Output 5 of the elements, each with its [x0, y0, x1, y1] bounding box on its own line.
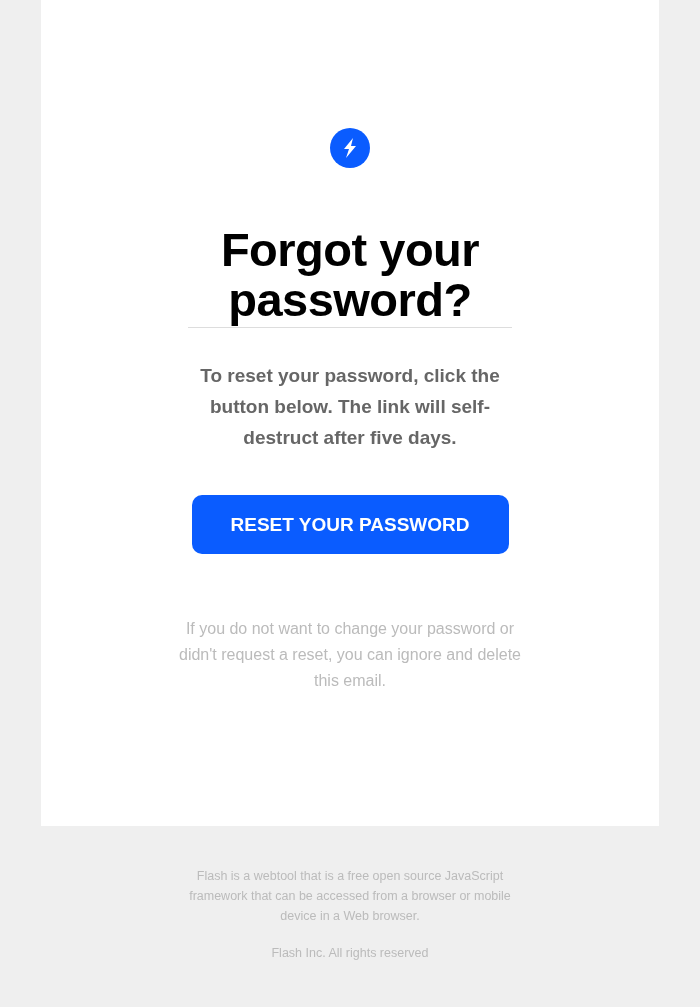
- heading: Forgot your password?: [219, 225, 481, 325]
- note-text: If you do not want to change your password or didn't request a reset, you can ignore and delete this email.: [178, 619, 522, 691]
- lightning-bolt-icon: [329, 127, 371, 169]
- reset-password-button[interactable]: RESET YOUR PASSWORD: [191, 495, 509, 554]
- message-text: To reset your password, click the button below. The link will self-destruct after five days.: [199, 364, 501, 450]
